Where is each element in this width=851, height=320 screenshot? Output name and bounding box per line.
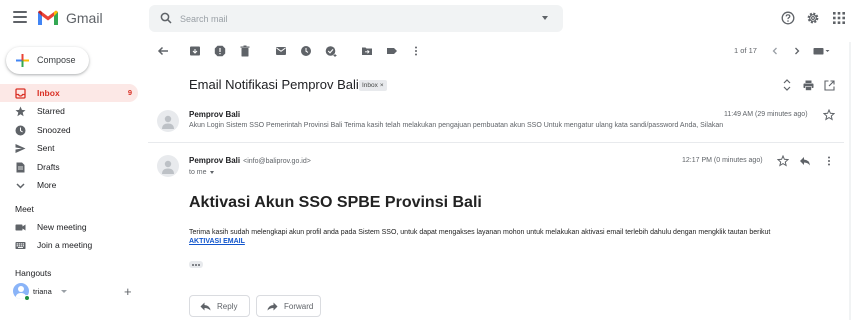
search-options-icon[interactable] [542,16,548,20]
sidebar-item-new-meeting[interactable]: New meeting [0,218,138,236]
recipient-details[interactable]: to me [189,169,214,176]
meet-section-title: Meet [15,204,34,214]
reply-icon[interactable] [799,155,811,167]
sender-avatar[interactable] [157,110,179,132]
search-icon[interactable] [160,12,172,24]
user-status-caret-icon[interactable] [61,290,67,293]
user-silhouette-icon [162,160,174,174]
older-chevron-icon[interactable] [791,45,803,57]
unread-count: 9 [127,88,132,97]
sidebar-item-label: New meeting [37,222,87,232]
star-outline-icon[interactable] [777,155,789,167]
sidebar-item-snoozed[interactable]: Snoozed [0,121,138,139]
sidebar-item-label: Starred [37,106,65,116]
sidebar-item-join-meeting[interactable]: Join a meeting [0,236,138,254]
snooze-icon[interactable] [300,45,312,57]
send-icon [15,144,26,153]
mark-unread-icon[interactable] [275,45,287,57]
sidebar-item-more[interactable]: More [0,176,138,194]
sender-avatar[interactable] [157,155,179,177]
user-silhouette-icon [162,115,174,129]
help-icon[interactable] [781,11,795,25]
delete-icon[interactable] [239,45,251,57]
sidebar-item-label: Join a meeting [37,240,93,250]
sender-email: <info@baliprov.go.id> [243,158,311,165]
sidebar-item-label: Inbox [37,88,60,98]
main-menu-icon[interactable] [13,11,27,25]
forward-icon [267,302,278,311]
hangouts-section-title: Hangouts [15,268,52,278]
sidebar-item-sent[interactable]: Sent [0,139,138,157]
remove-label-icon[interactable]: × [380,82,384,89]
draft-icon [16,162,25,173]
pagination-count: 1 of 17 [734,46,757,55]
message-snippet[interactable]: Akun Login Sistem SSO Pemerintah Provins… [189,122,723,129]
recipient-label: to me [189,169,207,176]
reply-label: Reply [217,302,238,311]
inbox-icon [15,88,26,99]
print-icon[interactable] [803,80,814,91]
inbox-label-chip[interactable]: Inbox × [359,80,387,91]
sidebar-item-label: Drafts [37,162,60,172]
back-arrow-icon[interactable] [157,45,169,57]
message-time: 12:17 PM (0 minutes ago) [682,157,763,164]
app-name: Gmail [66,10,103,26]
label-icon[interactable] [386,45,398,57]
email-subject: Email Notifikasi Pemprov Bali [189,77,359,92]
online-status-icon [24,295,30,301]
label-chip-text: Inbox [362,82,378,89]
message-time: 11:49 AM (29 minutes ago) [724,111,808,118]
app-header: Gmail [0,0,851,38]
user-name: triana [33,287,52,296]
add-hangout-icon[interactable]: + [124,285,132,298]
settings-gear-icon[interactable] [806,11,820,25]
chevron-down-icon [16,183,25,189]
input-tools-keyboard-icon[interactable] [813,45,831,57]
open-new-window-icon[interactable] [824,80,835,91]
reply-icon [200,302,211,311]
sender-name: Pemprov Bali [189,156,241,165]
sidebar-item-drafts[interactable]: Drafts [0,158,138,176]
sidebar-item-label: Snoozed [37,125,71,135]
plus-icon [16,54,29,67]
email-body-heading: Aktivasi Akun SSO SPBE Provinsi Bali [189,194,482,211]
forward-label: Forward [284,302,314,311]
message-sender[interactable]: Pemprov Bali [189,110,240,119]
compose-button[interactable]: Compose [6,47,89,74]
sidebar-item-label: More [37,180,57,190]
email-body-text: Terima kasih sudah melengkapi akun profi… [189,229,771,236]
gmail-logo-icon[interactable] [37,9,59,26]
newer-chevron-icon[interactable] [769,45,781,57]
more-options-icon[interactable] [823,155,835,167]
search-bar[interactable] [149,5,563,32]
sidebar-item-inbox[interactable]: Inbox 9 [0,84,138,102]
video-icon [15,224,26,231]
expand-all-icon[interactable] [782,79,792,91]
star-icon [15,106,26,117]
message-sender[interactable]: Pemprov Bali <info@baliprov.go.id> [189,156,311,165]
move-to-icon[interactable] [361,45,373,57]
message-toolbar: 1 of 17 [148,38,851,64]
forward-button[interactable]: Forward [256,295,321,317]
star-outline-icon[interactable] [823,109,835,121]
sidebar-item-label: Sent [37,143,55,153]
apps-grid-icon[interactable] [832,11,846,25]
more-options-icon[interactable] [410,45,422,57]
compose-label: Compose [37,55,76,65]
search-input[interactable] [180,11,520,27]
add-task-icon[interactable] [325,45,337,57]
hangouts-user[interactable]: triana + [0,282,145,302]
details-caret-icon[interactable] [209,170,214,174]
report-spam-icon[interactable] [214,45,226,57]
reply-button[interactable]: Reply [189,295,250,317]
activation-email-link[interactable]: AKTIVASI EMAIL [189,238,245,245]
message-divider [148,142,844,143]
show-trimmed-content-button[interactable] [189,261,203,268]
keyboard-icon [15,242,26,249]
clock-icon [15,125,26,136]
sidebar-item-starred[interactable]: Starred [0,102,138,120]
archive-icon[interactable] [189,45,201,57]
